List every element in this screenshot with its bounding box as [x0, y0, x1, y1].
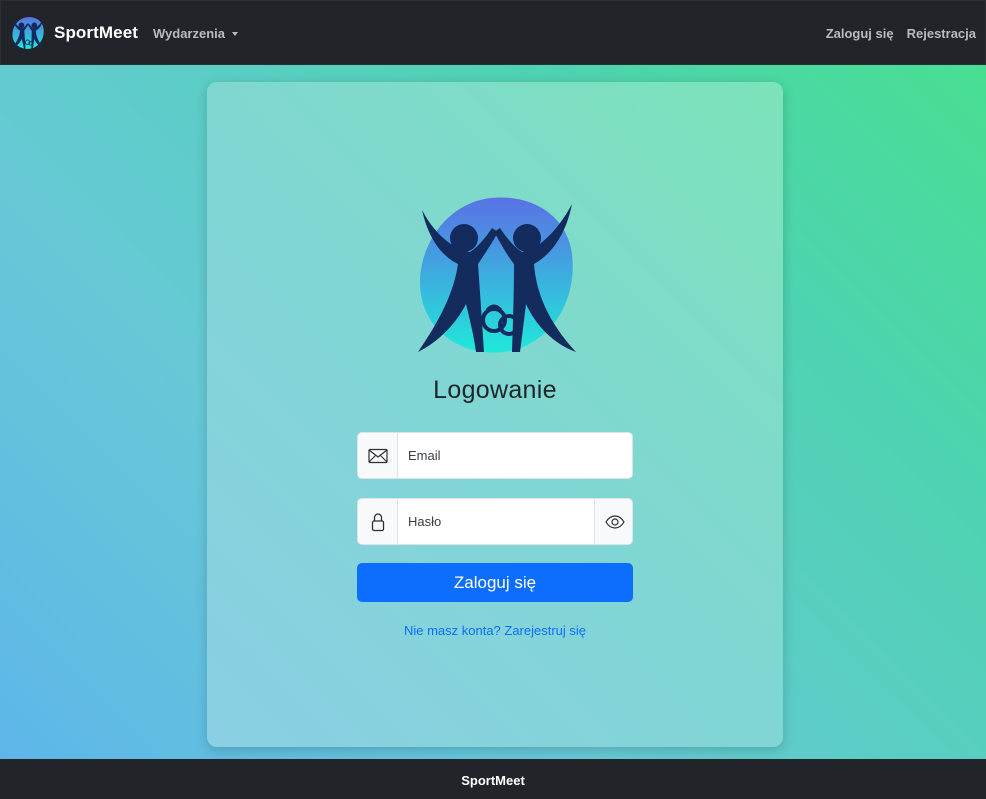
brand-name[interactable]: SportMeet	[54, 23, 138, 43]
login-title: Logowanie	[433, 376, 557, 404]
nav-right-links: Zaloguj się Rejestracja	[826, 26, 976, 41]
events-dropdown-label: Wydarzenia	[153, 26, 226, 41]
password-toggle-button[interactable]	[594, 499, 632, 544]
password-field[interactable]	[398, 499, 594, 544]
nav-register-link[interactable]: Rejestracja	[907, 26, 976, 41]
footer: SportMeet	[0, 759, 986, 799]
login-card: Logowanie Zaloguj się Nie masz kont	[207, 82, 783, 747]
footer-brand: SportMeet	[461, 773, 525, 788]
password-addon	[358, 499, 398, 544]
lock-icon	[371, 512, 384, 531]
brand-logo-icon[interactable]	[11, 16, 45, 50]
register-link[interactable]: Nie masz konta? Zarejestruj się	[207, 623, 783, 638]
sportmeet-logo-icon	[418, 197, 576, 353]
email-addon	[358, 433, 398, 478]
caret-down-icon	[232, 31, 239, 36]
eye-icon	[604, 514, 625, 529]
password-input-group	[357, 498, 633, 545]
envelope-icon	[367, 448, 388, 463]
email-field[interactable]	[398, 433, 632, 478]
nav-login-link[interactable]: Zaloguj się	[826, 26, 894, 41]
login-button[interactable]: Zaloguj się	[357, 563, 633, 602]
top-navbar: SportMeet Wydarzenia Zaloguj się Rejestr…	[0, 0, 986, 65]
email-input-group	[357, 432, 633, 479]
events-dropdown[interactable]: Wydarzenia	[153, 26, 239, 41]
